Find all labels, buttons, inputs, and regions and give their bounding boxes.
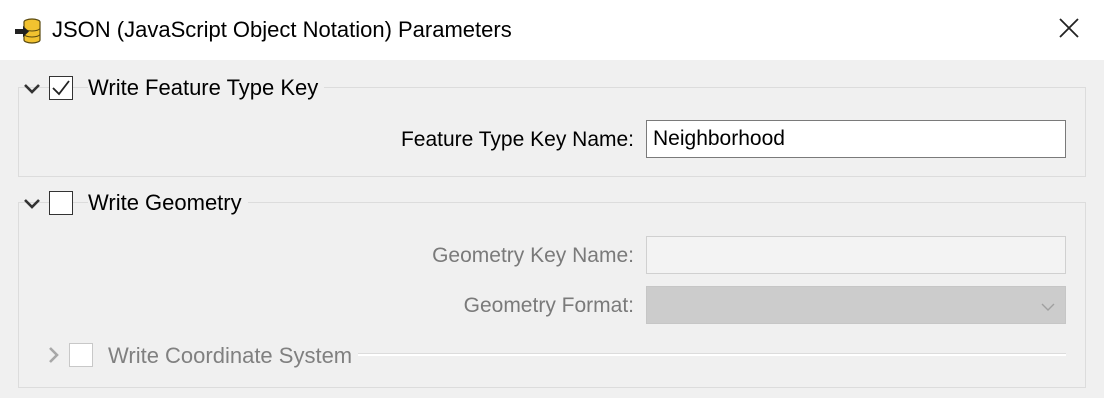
chevron-down-icon[interactable]	[23, 195, 41, 213]
coordinate-system-divider	[350, 353, 1066, 356]
write-feature-type-key-label: Write Feature Type Key	[88, 74, 325, 102]
write-geometry-label: Write Geometry	[88, 189, 248, 217]
chevron-down-icon	[1041, 299, 1055, 311]
write-geometry-checkbox[interactable]	[49, 191, 73, 215]
geometry-key-name-label: Geometry Key Name:	[432, 244, 634, 267]
close-icon	[1058, 17, 1080, 44]
geometry-key-name-input[interactable]	[646, 236, 1066, 274]
feature-type-key-name-input[interactable]	[646, 120, 1066, 158]
write-coordinate-system-checkbox[interactable]	[69, 343, 93, 367]
checkmark-icon	[51, 79, 70, 95]
database-export-icon	[14, 16, 44, 46]
close-button[interactable]	[1034, 0, 1104, 60]
write-feature-type-key-checkbox[interactable]	[49, 76, 73, 100]
window-title: JSON (JavaScript Object Notation) Parame…	[52, 17, 512, 42]
chevron-down-icon[interactable]	[23, 80, 41, 98]
parameters-panel: Write Feature Type Key Feature Type Key …	[0, 60, 1104, 398]
title-bar: JSON (JavaScript Object Notation) Parame…	[0, 0, 1104, 60]
feature-type-key-name-label: Feature Type Key Name:	[400, 128, 634, 151]
chevron-right-icon[interactable]	[45, 346, 63, 364]
write-coordinate-system-label: Write Coordinate System	[108, 342, 359, 370]
geometry-format-dropdown[interactable]	[646, 286, 1066, 324]
geometry-format-label: Geometry Format:	[463, 294, 634, 317]
